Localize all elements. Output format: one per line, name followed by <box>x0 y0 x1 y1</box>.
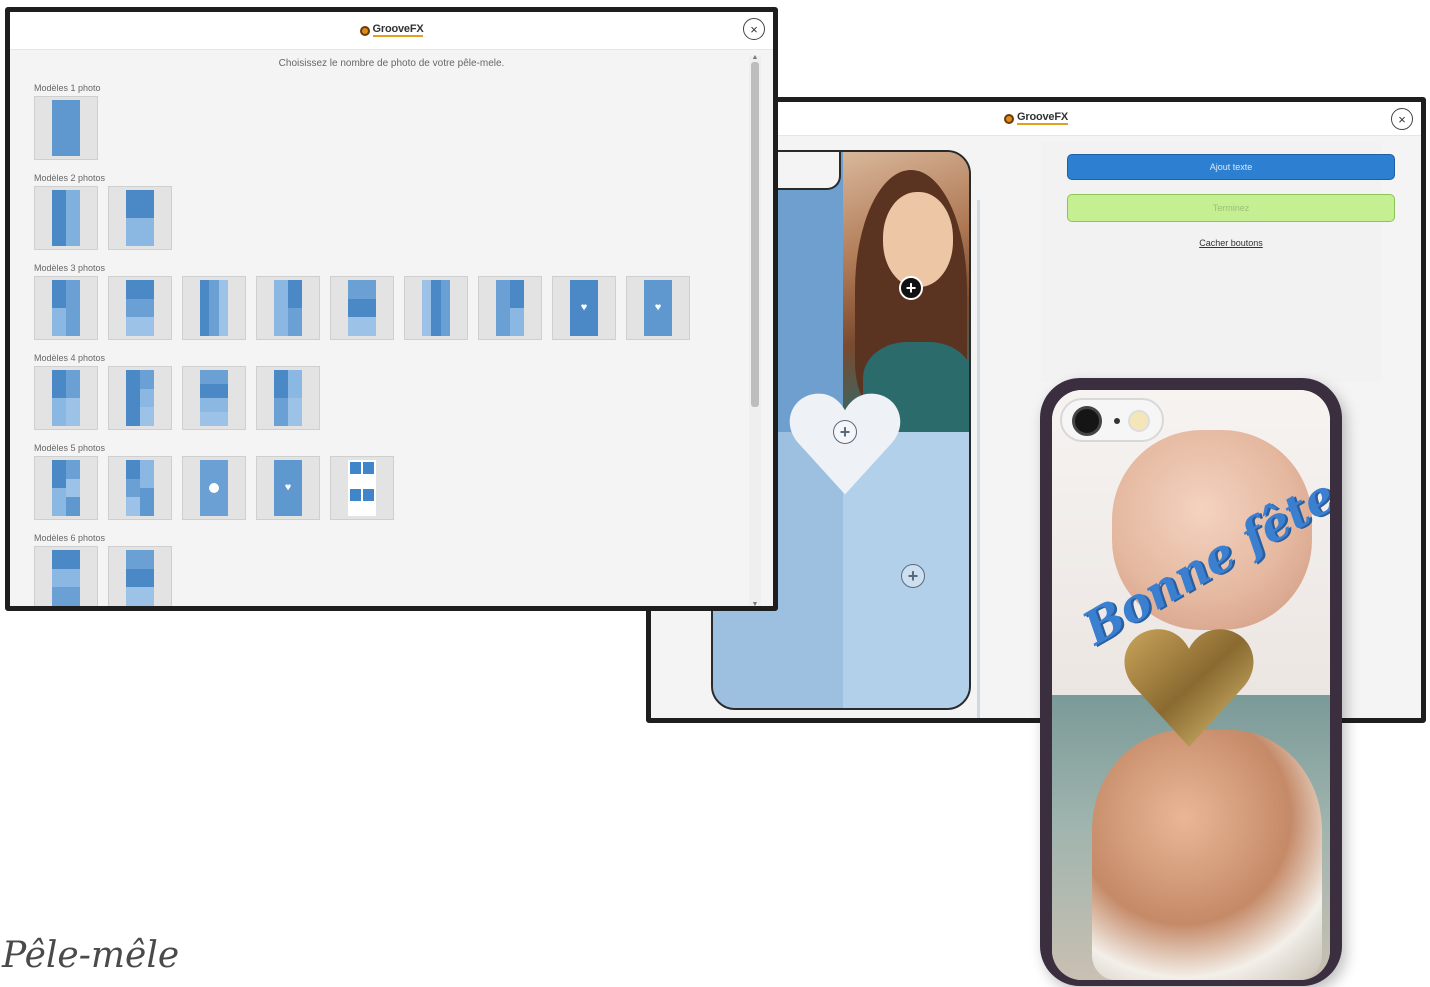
template-thumbnail[interactable] <box>34 546 98 606</box>
heart-icon: ♥ <box>580 301 588 314</box>
add-photo-plus-icon[interactable]: + <box>899 276 923 300</box>
template-row-6-photos <box>34 546 734 606</box>
template-row-3-photos: ♥ ♥ <box>34 276 734 340</box>
template-row-4-photos <box>34 366 734 430</box>
template-thumbnail[interactable]: ♥ <box>626 276 690 340</box>
template-sections: Modèles 1 photo Modèles 2 photos Modèles… <box>34 76 734 606</box>
groovefx-logo: GrooveFX <box>359 23 424 37</box>
template-thumbnail[interactable] <box>256 276 320 340</box>
template-row-1-photo <box>34 96 734 160</box>
section-label-1-photo: Modèles 1 photo <box>34 83 101 93</box>
template-thumbnail[interactable] <box>404 276 468 340</box>
template-thumbnail[interactable] <box>330 276 394 340</box>
template-thumbnail[interactable] <box>182 366 246 430</box>
chooser-header: GrooveFX × <box>10 12 773 50</box>
camera-lens-icon <box>1072 406 1102 436</box>
template-thumbnail[interactable] <box>34 96 98 160</box>
section-label-5-photos: Modèles 5 photos <box>34 443 106 453</box>
close-icon: × <box>750 21 758 37</box>
scroll-up-icon[interactable]: ▲ <box>749 54 761 61</box>
scroll-down-icon[interactable]: ▼ <box>749 601 761 606</box>
editor-tools-panel: Ajout texte Terminez Cacher boutons <box>1041 142 1395 382</box>
template-thumbnail[interactable] <box>34 366 98 430</box>
template-thumbnail[interactable] <box>108 186 172 250</box>
template-chooser-window: GrooveFX × Choisissez le nombre de photo… <box>5 7 778 611</box>
add-photo-plus-icon[interactable]: + <box>833 420 857 444</box>
template-thumbnail[interactable] <box>108 456 172 520</box>
add-text-button[interactable]: Ajout texte <box>1067 154 1395 180</box>
heart-photo-zone[interactable] <box>785 384 905 504</box>
camera-bump <box>1060 398 1164 442</box>
logo-icon <box>359 25 370 36</box>
template-thumbnail[interactable] <box>108 366 172 430</box>
template-thumbnail[interactable] <box>34 456 98 520</box>
case-side-edge <box>977 200 980 718</box>
phone-case-print: Bonne fête <box>1052 390 1330 980</box>
close-icon: × <box>1398 111 1406 127</box>
template-thumbnail[interactable] <box>182 276 246 340</box>
template-row-5-photos: ♥ <box>34 456 734 520</box>
chooser-instruction: Choisissez le nombre de photo de votre p… <box>278 58 505 69</box>
finish-button[interactable]: Terminez <box>1067 194 1395 222</box>
section-label-3-photos: Modèles 3 photos <box>34 263 106 273</box>
sensor-icon <box>1114 418 1120 424</box>
section-label-4-photos: Modèles 4 photos <box>34 353 106 363</box>
heart-photo <box>1124 629 1254 747</box>
couple-figure <box>1092 730 1322 980</box>
page-caption: Pêle-mêle <box>2 935 180 976</box>
template-thumbnail[interactable]: ♥ <box>552 276 616 340</box>
groovefx-logo: GrooveFX <box>1004 112 1068 125</box>
flash-icon <box>1128 410 1150 432</box>
hide-buttons-link[interactable]: Cacher boutons <box>1067 238 1395 248</box>
phone-mockup: Bonne fête <box>1040 378 1342 986</box>
vertical-scrollbar[interactable]: ▲ ▼ <box>749 54 761 606</box>
chooser-close-button[interactable]: × <box>743 18 765 40</box>
template-thumbnail[interactable] <box>34 186 98 250</box>
logo-text: GrooveFX <box>1017 111 1068 125</box>
editor-close-button[interactable]: × <box>1391 108 1413 130</box>
template-thumbnail[interactable] <box>34 276 98 340</box>
heart-icon: ♥ <box>284 481 292 494</box>
circle-icon <box>209 483 219 493</box>
template-thumbnail[interactable] <box>108 276 172 340</box>
scrollbar-thumb[interactable] <box>751 62 759 407</box>
logo-text: GrooveFX <box>372 23 424 37</box>
heart-icon: ♥ <box>654 301 662 314</box>
template-thumbnail[interactable] <box>182 456 246 520</box>
template-row-2-photos <box>34 186 734 250</box>
template-thumbnail[interactable] <box>330 456 394 520</box>
template-thumbnail[interactable] <box>108 546 172 606</box>
section-label-6-photos: Modèles 6 photos <box>34 533 106 543</box>
template-thumbnail[interactable] <box>478 276 542 340</box>
section-label-2-photos: Modèles 2 photos <box>34 173 106 183</box>
add-photo-plus-icon[interactable]: + <box>901 564 925 588</box>
logo-icon <box>1004 113 1015 124</box>
photo-face <box>883 192 953 287</box>
template-thumbnail[interactable]: ♥ <box>256 456 320 520</box>
template-thumbnail[interactable] <box>256 366 320 430</box>
